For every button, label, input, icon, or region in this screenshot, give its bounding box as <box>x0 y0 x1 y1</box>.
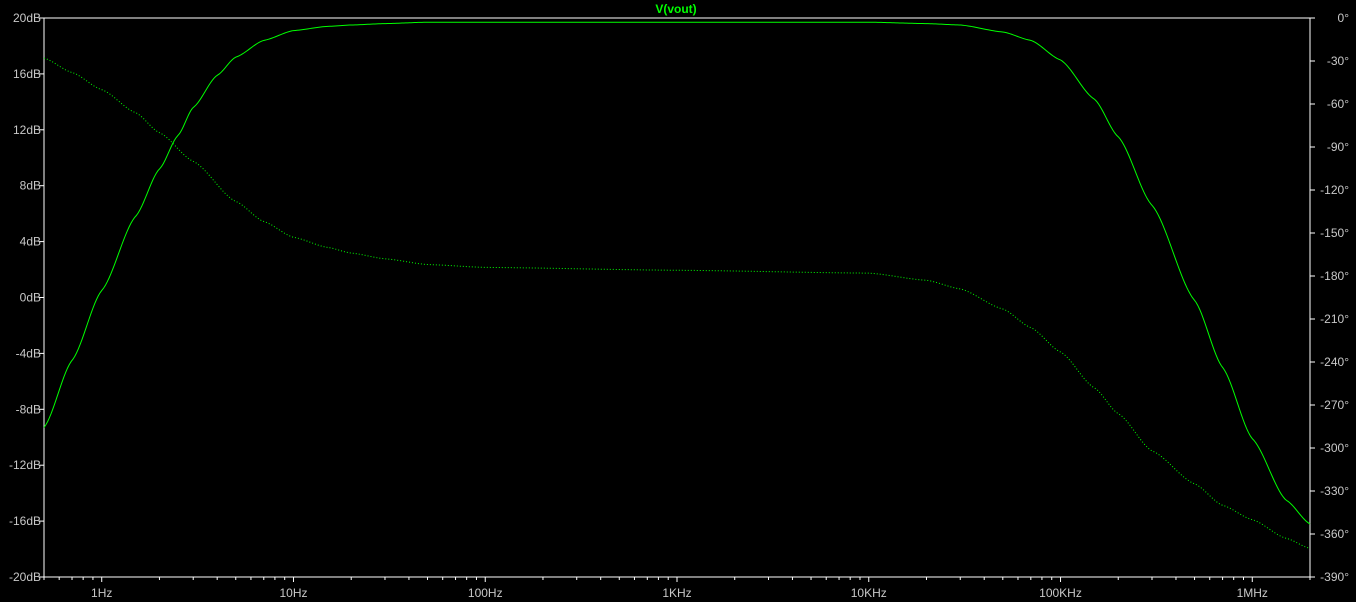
x-axis-frequency: 1Hz 10Hz 100Hz 1KHz 10KHz 100KHz 1MHz <box>43 577 1311 600</box>
x-tick-label: 1Hz <box>91 586 112 600</box>
right-axis-phase: 0° -30° -60° -90° -120° -150° -180° -210° -240° -… <box>1310 11 1349 584</box>
left-tick-label: 4dB <box>20 235 41 249</box>
x-tick-label: 100Hz <box>468 586 503 600</box>
x-tick-label: 100KHz <box>1039 586 1082 600</box>
magnitude-series-line <box>43 21 1311 525</box>
right-tick-label: -270° <box>1320 398 1349 412</box>
plot-area-border <box>43 17 1311 578</box>
right-tick-label: -180° <box>1320 269 1349 283</box>
right-tick-label: -60° <box>1327 97 1349 111</box>
left-tick-label: 16dB <box>13 67 41 81</box>
left-tick-label: 12dB <box>13 123 41 137</box>
left-tick-label: -4dB <box>16 346 41 360</box>
left-axis-db: 20dB 16dB 12dB 8dB 4dB 0dB -4dB -8dB -12dB -16dB -… <box>9 11 44 584</box>
bode-plot: V(vout) 20dB 16dB 12dB 8dB 4dB 0dB -4dB -8dB -12… <box>9 2 1349 600</box>
right-tick-label: 0° <box>1338 11 1350 25</box>
phase-series-line <box>43 57 1311 549</box>
right-tick-label: -240° <box>1320 355 1349 369</box>
left-tick-label: -20dB <box>9 570 41 584</box>
right-tick-label: -360° <box>1320 527 1349 541</box>
series-layer <box>43 21 1311 549</box>
chart-title: V(vout) <box>655 2 696 16</box>
left-tick-label: 0dB <box>20 291 41 305</box>
right-tick-label: -30° <box>1327 54 1349 68</box>
right-tick-label: -300° <box>1320 441 1349 455</box>
right-tick-label: -390° <box>1320 570 1349 584</box>
right-tick-label: -90° <box>1327 140 1349 154</box>
right-tick-label: -150° <box>1320 226 1349 240</box>
x-tick-label: 10Hz <box>279 586 307 600</box>
left-tick-label: -16dB <box>9 514 41 528</box>
right-tick-label: -210° <box>1320 312 1349 326</box>
x-tick-label: 10KHz <box>851 586 887 600</box>
right-tick-label: -330° <box>1320 484 1349 498</box>
x-tick-label: 1MHz <box>1237 586 1268 600</box>
right-tick-label: -120° <box>1320 183 1349 197</box>
left-tick-label: -12dB <box>9 458 41 472</box>
left-tick-label: -8dB <box>16 402 41 416</box>
x-tick-label: 1KHz <box>662 586 691 600</box>
left-tick-label: 8dB <box>20 179 41 193</box>
left-tick-label: 20dB <box>13 11 41 25</box>
